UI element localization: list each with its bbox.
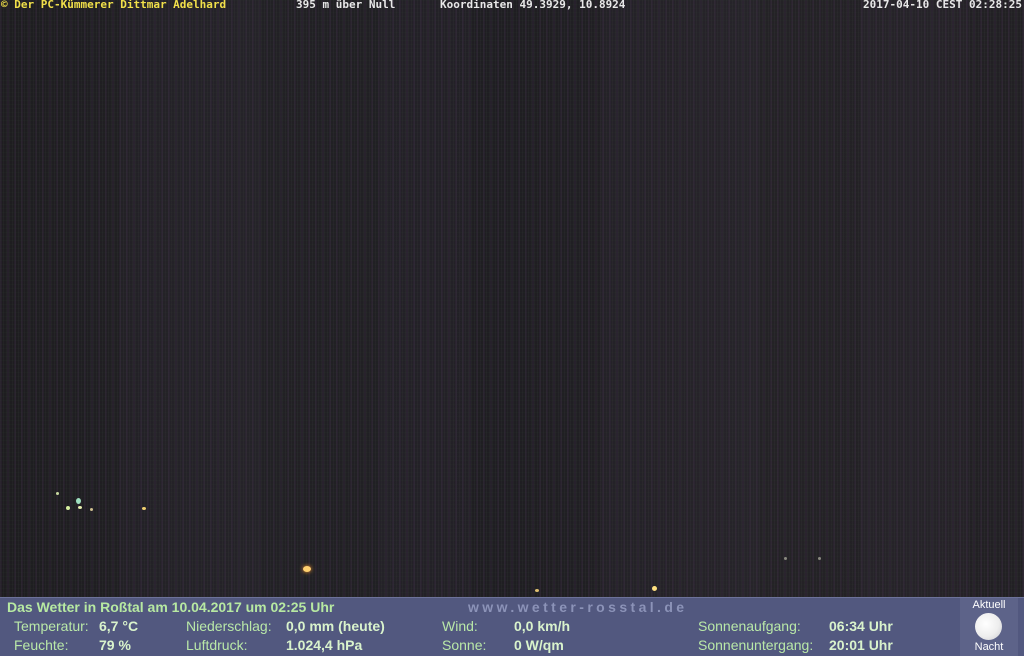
sunset-value: 20:01 Uhr	[829, 637, 893, 653]
street-light	[303, 566, 311, 572]
image-band	[120, 0, 260, 597]
timestamp-text: 2017-04-10 CEST 02:28:25	[863, 0, 1022, 11]
credit-text: © Der PC-Kümmerer Dittmar Adelhard	[1, 0, 227, 11]
image-band	[380, 0, 470, 597]
humidity-value: 79 %	[99, 637, 131, 653]
town-light	[78, 506, 82, 509]
humidity-label: Feuchte:	[14, 637, 69, 653]
rain-value: 0,0 mm (heute)	[286, 618, 385, 634]
weather-panel: Das Wetter in Roßtal am 10.04.2017 um 02…	[0, 597, 1024, 656]
temperature-label: Temperatur:	[14, 618, 89, 634]
town-light	[56, 492, 59, 495]
website-text: www.wetter-rosstal.de	[468, 599, 688, 615]
wind-label: Wind:	[442, 618, 478, 634]
distant-light	[818, 557, 821, 560]
street-light	[652, 586, 657, 591]
temperature-value: 6,7 °C	[99, 618, 139, 634]
town-light	[142, 507, 146, 510]
image-band	[600, 0, 760, 597]
town-light	[76, 498, 81, 504]
sun-value: 0 W/qm	[514, 637, 564, 653]
rain-label: Niederschlag:	[186, 618, 272, 634]
sunrise-label: Sonnenaufgang:	[698, 618, 801, 634]
sunset-label: Sonnenuntergang:	[698, 637, 814, 653]
wind-value: 0,0 km/h	[514, 618, 571, 634]
moon-night-label: Nacht	[974, 641, 1004, 653]
moon-icon	[975, 613, 1002, 640]
distant-light	[784, 557, 787, 560]
moon-phase-box: Aktuell Nacht	[960, 598, 1018, 656]
weather-title: Das Wetter in Roßtal am 10.04.2017 um 02…	[7, 599, 335, 615]
altitude-text: 395 m über Null	[296, 0, 396, 11]
pressure-label: Luftdruck:	[186, 637, 248, 653]
webcam-caption: © Der PC-Kümmerer Dittmar Adelhard 395 m…	[0, 0, 1024, 12]
webcam-night-image	[0, 0, 1024, 597]
town-light	[66, 506, 70, 510]
image-band	[860, 0, 970, 597]
pressure-value: 1.024,4 hPa	[286, 637, 363, 653]
sun-label: Sonne:	[442, 637, 487, 653]
street-light	[535, 589, 539, 592]
coordinates-text: Koordinaten 49.3929, 10.8924	[440, 0, 626, 11]
town-light	[90, 508, 93, 511]
sunrise-value: 06:34 Uhr	[829, 618, 893, 634]
moon-current-label: Aktuell	[972, 599, 1006, 611]
